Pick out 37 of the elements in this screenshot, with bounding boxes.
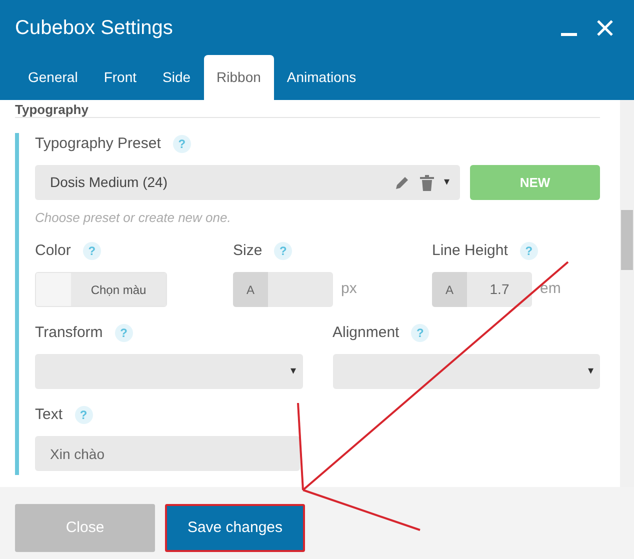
window-title: Cubebox Settings [15, 16, 174, 40]
field-label: Size [233, 240, 262, 261]
button-label: Chọn màu [71, 273, 166, 306]
prefix-label: A [432, 272, 467, 307]
pencil-icon[interactable] [394, 174, 410, 190]
field-label: Line Height [432, 240, 508, 261]
tab[interactable]: General [15, 55, 91, 100]
number-field[interactable]: A [233, 272, 333, 307]
prefix-label: A [233, 272, 268, 307]
number-field[interactable]: A 1.7 [432, 272, 532, 307]
select-value: Dosis Medium (24) [50, 173, 168, 192]
select-field[interactable]: ▾ [35, 354, 302, 389]
preset-select[interactable]: Dosis Medium (24) ▾ [35, 165, 460, 200]
field-label: Alignment [332, 322, 400, 343]
save-button[interactable]: Save changes [165, 504, 305, 552]
select-field[interactable]: ▾ [332, 354, 600, 389]
field-label: Color [35, 240, 71, 261]
field-label: Transform [35, 322, 103, 343]
tab[interactable]: Ribbon [204, 55, 274, 100]
text-input[interactable]: Xin chào [35, 436, 300, 471]
close-icon[interactable] [597, 20, 613, 36]
scrollbar[interactable] [620, 100, 634, 487]
tab[interactable]: Front [90, 55, 150, 100]
unit-label: em [540, 279, 561, 300]
unit-label: px [341, 279, 357, 300]
field-label: Text [35, 404, 63, 425]
color-picker-button[interactable]: Chọn màu [35, 272, 167, 307]
hint-text: Choose preset or create new one. [35, 209, 232, 227]
caret-icon: ▾ [290, 363, 296, 380]
caret-icon: ▾ [588, 363, 594, 380]
section-title: Typography [15, 103, 88, 116]
trash-icon[interactable] [420, 174, 434, 190]
field-label: Typography Preset [35, 134, 161, 154]
color-swatch [36, 273, 71, 306]
tab[interactable]: Animations [274, 55, 370, 100]
caret-icon: ▾ [444, 174, 450, 191]
tab[interactable]: Side [150, 55, 204, 100]
